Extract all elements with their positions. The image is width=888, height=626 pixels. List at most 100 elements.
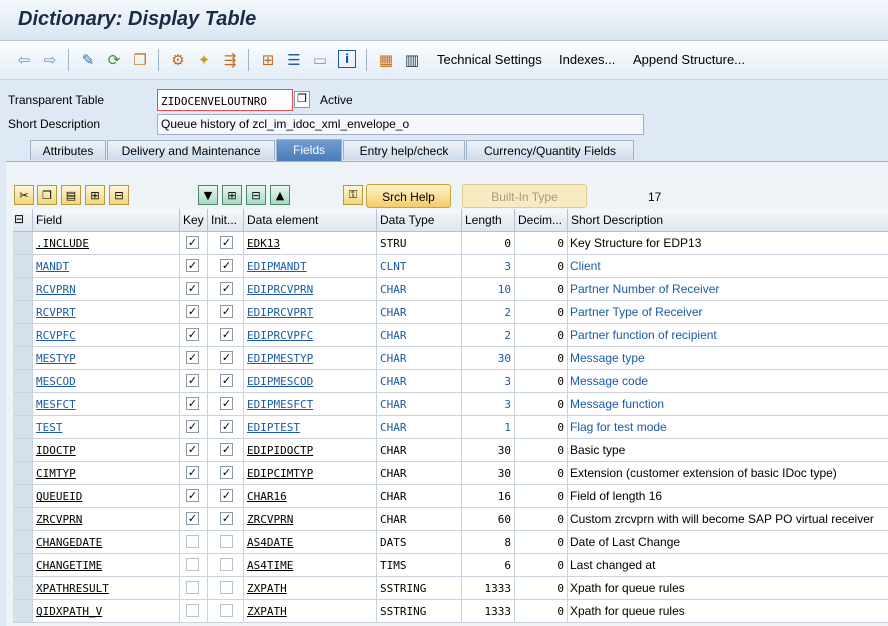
row-selector[interactable] [13, 600, 33, 623]
init-checkbox[interactable]: ✓ [220, 420, 233, 433]
data-element-cell[interactable]: EDK13 [244, 232, 377, 255]
field-name-cell[interactable]: XPATHRESULT [33, 577, 180, 600]
column-header-length[interactable]: Length [462, 209, 515, 232]
data-element-cell[interactable]: EDIPCIMTYP [244, 462, 377, 485]
copy-icon[interactable]: ❐ [294, 91, 310, 108]
row-selector[interactable] [13, 485, 33, 508]
indexes-button[interactable]: Indexes... [559, 52, 615, 67]
row-selector[interactable] [13, 577, 33, 600]
where-used-icon[interactable]: ⇶ [220, 50, 240, 70]
cut-icon[interactable]: ✂ [14, 185, 34, 205]
data-element-cell[interactable]: ZXPATH [244, 600, 377, 623]
technical-settings-button[interactable]: Technical Settings [437, 52, 542, 67]
key-checkbox[interactable]: ✓ [186, 236, 199, 249]
row-selector[interactable] [13, 416, 33, 439]
column-header-short-description[interactable]: Short Description [568, 209, 888, 232]
data-element-cell[interactable]: EDIPIDOCTP [244, 439, 377, 462]
tab-delivery-maintenance[interactable]: Delivery and Maintenance [107, 140, 275, 160]
row-selector[interactable] [13, 370, 33, 393]
row-selector[interactable] [13, 278, 33, 301]
row-selector[interactable] [13, 232, 33, 255]
data-element-cell[interactable]: ZRCVPRN [244, 508, 377, 531]
field-name-cell[interactable]: .INCLUDE [33, 232, 180, 255]
key-checkbox[interactable] [186, 604, 199, 617]
other-object-icon[interactable]: ❐ [130, 50, 150, 70]
field-name-cell[interactable]: CHANGEDATE [33, 531, 180, 554]
row-selector[interactable] [13, 508, 33, 531]
contents-icon[interactable]: ▥ [402, 50, 422, 70]
key-checkbox[interactable]: ✓ [186, 420, 199, 433]
field-name-cell[interactable]: IDOCTP [33, 439, 180, 462]
tab-attributes[interactable]: Attributes [30, 140, 106, 160]
key-checkbox[interactable] [186, 558, 199, 571]
display-object-list-icon[interactable]: ▭ [310, 50, 330, 70]
init-checkbox[interactable]: ✓ [220, 236, 233, 249]
field-name-cell[interactable]: RCVPRT [33, 301, 180, 324]
data-element-cell[interactable]: EDIPMESFCT [244, 393, 377, 416]
data-element-cell[interactable]: AS4TIME [244, 554, 377, 577]
field-name-cell[interactable]: RCVPFC [33, 324, 180, 347]
expand-icon[interactable]: ⊞ [222, 185, 242, 205]
row-selector[interactable] [13, 324, 33, 347]
data-element-cell[interactable]: ZXPATH [244, 577, 377, 600]
field-name-cell[interactable]: QIDXPATH_V [33, 600, 180, 623]
activate-icon[interactable]: ✦ [194, 50, 214, 70]
init-checkbox[interactable]: ✓ [220, 397, 233, 410]
forward-icon[interactable]: ⇨ [40, 50, 60, 70]
key-checkbox[interactable]: ✓ [186, 397, 199, 410]
column-header-init[interactable]: Init... [208, 209, 244, 232]
row-selector[interactable] [13, 531, 33, 554]
row-selector[interactable] [13, 393, 33, 416]
init-checkbox[interactable]: ✓ [220, 443, 233, 456]
check-icon[interactable]: ⚙ [168, 50, 188, 70]
select-all-icon[interactable]: ⊟ [13, 209, 33, 232]
back-icon[interactable]: ⇦ [14, 50, 34, 70]
insert-row-icon[interactable]: ⊞ [85, 185, 105, 205]
key-checkbox[interactable]: ✓ [186, 259, 199, 272]
field-name-cell[interactable]: MESTYP [33, 347, 180, 370]
info-icon[interactable]: i [338, 50, 356, 68]
init-checkbox[interactable] [220, 581, 233, 594]
tab-entry-help-check[interactable]: Entry help/check [343, 140, 465, 160]
column-header-field[interactable]: Field [33, 209, 180, 232]
init-checkbox[interactable]: ✓ [220, 512, 233, 525]
column-header-data-element[interactable]: Data element [244, 209, 377, 232]
column-header-key[interactable]: Key [180, 209, 208, 232]
field-name-cell[interactable]: CIMTYP [33, 462, 180, 485]
srch-help-button[interactable]: Srch Help [366, 184, 451, 208]
field-name-cell[interactable]: ZRCVPRN [33, 508, 180, 531]
row-selector[interactable] [13, 439, 33, 462]
delete-row-icon[interactable]: ⊟ [109, 185, 129, 205]
field-name-cell[interactable]: TEST [33, 416, 180, 439]
init-checkbox[interactable]: ✓ [220, 328, 233, 341]
data-element-cell[interactable]: EDIPRCVPRN [244, 278, 377, 301]
collapse-icon[interactable]: ⊟ [246, 185, 266, 205]
field-name-cell[interactable]: QUEUEID [33, 485, 180, 508]
graphic-icon[interactable]: ▦ [376, 50, 396, 70]
hierarchy-icon[interactable]: ⊞ [258, 50, 278, 70]
sort-down-icon[interactable]: ▼ [198, 185, 218, 205]
tab-currency-quantity[interactable]: Currency/Quantity Fields [466, 140, 634, 160]
data-element-cell[interactable]: EDIPRCVPRT [244, 301, 377, 324]
key-checkbox[interactable]: ✓ [186, 282, 199, 295]
init-checkbox[interactable]: ✓ [220, 489, 233, 502]
data-element-cell[interactable]: EDIPMESTYP [244, 347, 377, 370]
init-checkbox[interactable]: ✓ [220, 282, 233, 295]
data-element-cell[interactable]: CHAR16 [244, 485, 377, 508]
field-name-cell[interactable]: RCVPRN [33, 278, 180, 301]
init-checkbox[interactable] [220, 558, 233, 571]
active-inactive-icon[interactable]: ⟳ [104, 50, 124, 70]
key-checkbox[interactable]: ✓ [186, 351, 199, 364]
column-header-data-type[interactable]: Data Type [377, 209, 462, 232]
table-name-field[interactable]: ZIDOCENVELOUTNRO [157, 89, 293, 111]
init-checkbox[interactable]: ✓ [220, 374, 233, 387]
column-header-decimals[interactable]: Decim... [515, 209, 568, 232]
data-element-cell[interactable]: EDIPMESCOD [244, 370, 377, 393]
key-checkbox[interactable]: ✓ [186, 305, 199, 318]
row-selector[interactable] [13, 554, 33, 577]
key-checkbox[interactable]: ✓ [186, 374, 199, 387]
row-selector[interactable] [13, 301, 33, 324]
key-icon[interactable]: ⚿ [343, 185, 363, 205]
init-checkbox[interactable]: ✓ [220, 305, 233, 318]
builtin-type-button[interactable]: Built-In Type [462, 184, 587, 208]
